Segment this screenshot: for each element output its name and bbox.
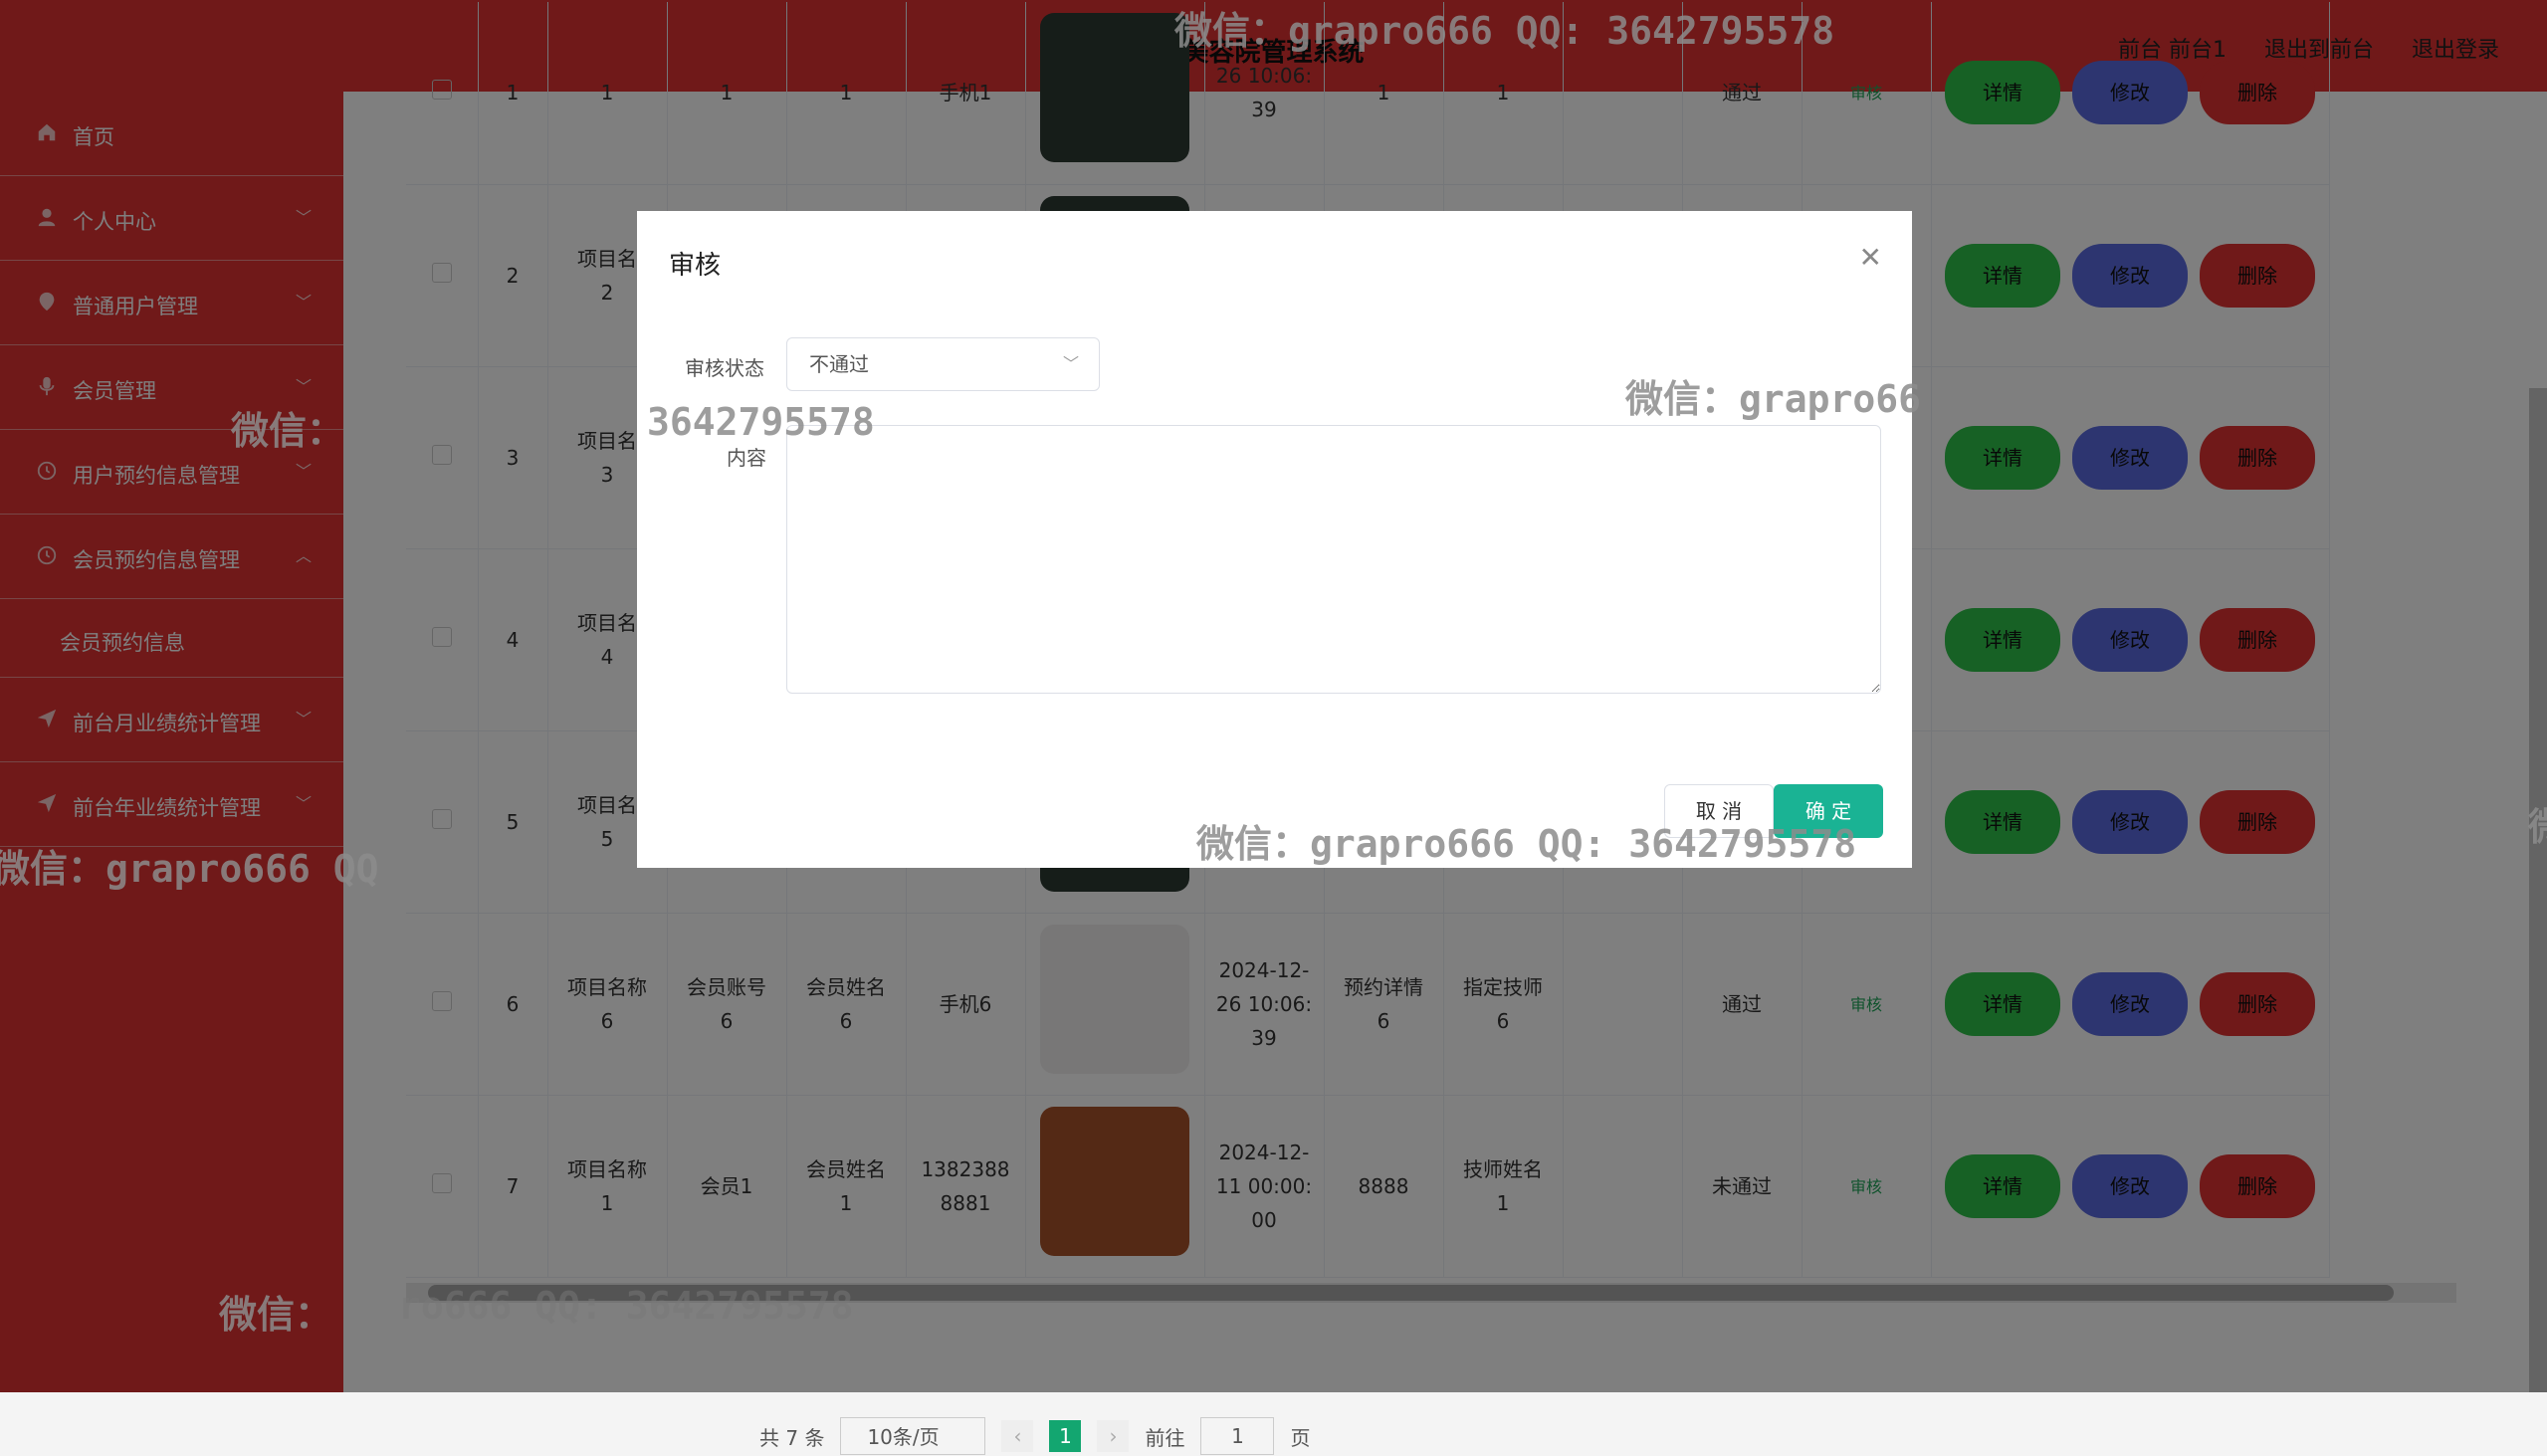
status-select[interactable]: 不通过 ﹀ xyxy=(786,337,1100,391)
watermark: 微信：grapro666 QQ: 3642795578 xyxy=(1174,9,1835,53)
watermark: 微信： xyxy=(219,1293,333,1337)
watermark: 微信： xyxy=(231,409,345,453)
chevron-down-icon: ﹀ xyxy=(1062,354,1079,373)
prev-page-button[interactable]: ‹ xyxy=(1001,1420,1034,1452)
status-select-value: 不通过 xyxy=(809,352,869,376)
watermark: 微信： xyxy=(2528,796,2547,851)
audit-dialog: 审核 ✕ 审核状态 不通过 ﹀ 内容 取 消 确 定 xyxy=(637,211,1912,868)
watermark: 微信：grapro666 QQ: 3642795578 xyxy=(1196,822,1857,866)
pagination-total: 共 7 条 xyxy=(759,1425,825,1450)
watermark: 微信：grapro66 xyxy=(1625,377,1922,421)
watermark: 3642795578 xyxy=(647,400,875,444)
watermark: 微信：grapro666 QQ xyxy=(0,847,379,891)
watermark: ro666 QQ: 3642795578 xyxy=(398,1284,854,1328)
goto-prefix: 前往 xyxy=(1145,1425,1185,1450)
goto-suffix: 页 xyxy=(1290,1425,1311,1450)
goto-page-input[interactable]: 1 xyxy=(1200,1417,1275,1455)
content-label: 内容 xyxy=(727,446,766,470)
next-page-button[interactable]: › xyxy=(1097,1420,1130,1452)
dialog-title: 审核 xyxy=(669,251,722,281)
content-textarea[interactable] xyxy=(786,425,1881,694)
status-label: 审核状态 xyxy=(685,356,764,380)
close-icon[interactable]: ✕ xyxy=(1859,241,1882,274)
pagination: 共 7 条 10条/页 ‹ 1 › 前往 1 页 xyxy=(759,1417,1310,1455)
page-number[interactable]: 1 xyxy=(1049,1420,1082,1452)
page-size-select[interactable]: 10条/页 xyxy=(840,1417,986,1455)
